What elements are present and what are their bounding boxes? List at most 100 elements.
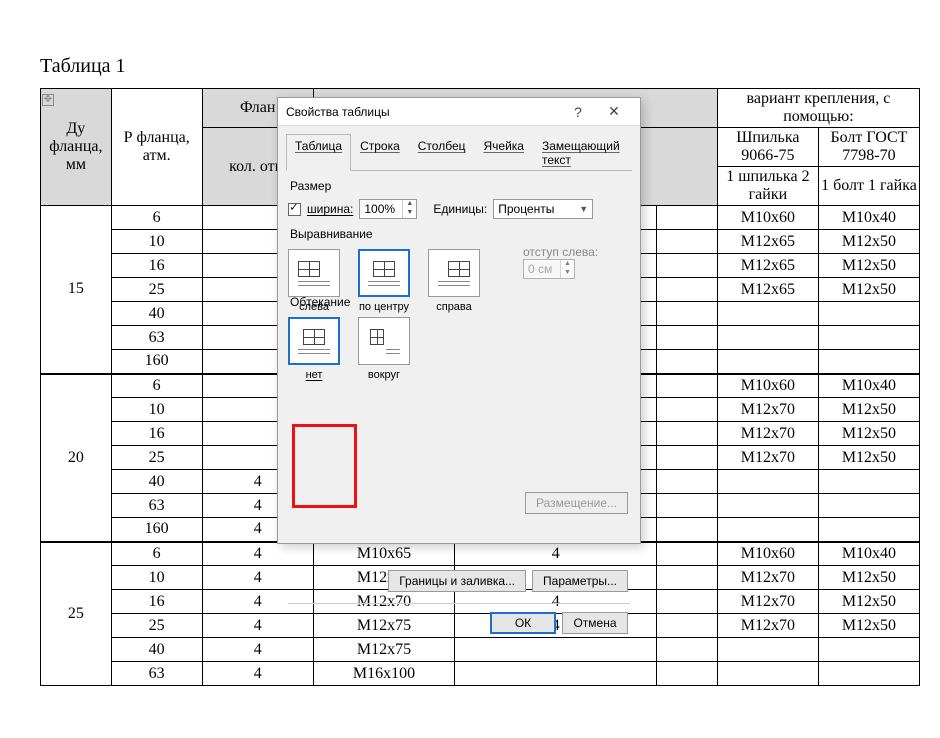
cell-o: 4	[455, 590, 657, 614]
cell-shpilka	[717, 662, 818, 686]
cell-p: 160	[111, 350, 202, 374]
cell-p: 16	[111, 422, 202, 446]
cell-p: 63	[111, 326, 202, 350]
cell-blank	[657, 350, 718, 374]
cell-shpilka	[717, 470, 818, 494]
spinner-arrows-icon: ▲▼	[560, 260, 574, 278]
align-right-option[interactable]: справа	[428, 249, 480, 313]
highlight-annotation	[292, 424, 357, 508]
cell-blank	[657, 542, 718, 566]
units-select[interactable]: Проценты▼	[493, 199, 593, 219]
table-row: 634М16x100	[41, 662, 920, 686]
cell-shpilka: М12x65	[717, 254, 818, 278]
cell-o	[455, 638, 657, 662]
indent-label: отступ слева:	[523, 245, 598, 259]
cell-shpilka: М10x60	[717, 206, 818, 230]
cell-p: 16	[111, 590, 202, 614]
cell-p: 10	[111, 566, 202, 590]
col-du: Ду фланца, мм	[41, 89, 112, 206]
cell-p: 25	[111, 614, 202, 638]
cell-size: М12x70	[313, 590, 454, 614]
wrap-around-icon	[368, 327, 400, 355]
cell-blank	[657, 398, 718, 422]
cell-blank	[657, 566, 718, 590]
cell-shpilka: М12x70	[717, 614, 818, 638]
table-caption: Таблица 1	[40, 55, 940, 78]
width-spinner[interactable]: ▲▼	[359, 199, 417, 219]
cell-p: 63	[111, 494, 202, 518]
cell-p: 40	[111, 302, 202, 326]
table-row: 254М12x754М12x70М12x50	[41, 614, 920, 638]
table-anchor-icon[interactable]: ✥	[42, 94, 54, 106]
borders-button[interactable]: Границы и заливка...	[388, 570, 526, 592]
align-center-icon	[368, 259, 400, 287]
tab-alt-text[interactable]: Замещающий текст	[533, 134, 632, 170]
size-group-label: Размер	[290, 179, 628, 193]
cell-kol: 4	[202, 542, 313, 566]
cell-bolt	[818, 662, 919, 686]
parameters-button[interactable]: Параметры...	[532, 570, 628, 592]
alignment-group-label: Выравнивание	[290, 227, 628, 241]
width-label: ширина:	[307, 202, 353, 216]
spinner-arrows-icon[interactable]: ▲▼	[402, 200, 416, 218]
tab-row[interactable]: Строка	[351, 134, 409, 170]
cell-shpilka: М12x70	[717, 398, 818, 422]
cell-size: М12x75	[313, 614, 454, 638]
dialog-title: Свойства таблицы	[286, 105, 560, 119]
cell-size: М12x75	[313, 638, 454, 662]
cell-shpilka: М12x70	[717, 566, 818, 590]
cancel-button[interactable]: Отмена	[562, 612, 628, 634]
cell-p: 6	[111, 542, 202, 566]
tab-cell[interactable]: Ячейка	[475, 134, 533, 170]
dialog-tabs: Таблица Строка Столбец Ячейка Замещающий…	[286, 134, 632, 171]
cell-blank	[657, 518, 718, 542]
cell-blank	[657, 446, 718, 470]
cell-shpilka: М10x60	[717, 374, 818, 398]
cell-o: 4	[455, 542, 657, 566]
width-checkbox[interactable]	[288, 203, 301, 216]
cell-blank	[657, 374, 718, 398]
wrap-around-option[interactable]: вокруг	[358, 317, 410, 381]
align-center-option[interactable]: по центру	[358, 249, 410, 313]
col-sh2: 1 шпилька 2 гайки	[717, 167, 818, 206]
cell-kol: 4	[202, 566, 313, 590]
cell-p: 10	[111, 398, 202, 422]
wrap-none-icon	[298, 327, 330, 355]
cell-kol: 4	[202, 638, 313, 662]
cell-du: 25	[41, 542, 112, 686]
cell-p: 25	[111, 278, 202, 302]
help-button[interactable]: ?	[560, 104, 596, 120]
cell-bolt: М10x40	[818, 206, 919, 230]
cell-blank	[657, 638, 718, 662]
table-row: 164М12x704М12x70М12x50	[41, 590, 920, 614]
close-button[interactable]: ✕	[596, 103, 632, 120]
ok-button[interactable]: ОК	[490, 612, 556, 634]
cell-bolt: М12x50	[818, 398, 919, 422]
cell-shpilka: М12x70	[717, 446, 818, 470]
cell-shpilka: М12x65	[717, 278, 818, 302]
width-input[interactable]	[360, 202, 402, 216]
cell-bolt: М12x50	[818, 590, 919, 614]
col-b1: 1 болт 1 гайка	[818, 167, 919, 206]
cell-bolt	[818, 494, 919, 518]
tab-column[interactable]: Столбец	[409, 134, 475, 170]
table-row: 2564М10x654М10x60М10x40	[41, 542, 920, 566]
cell-bolt	[818, 302, 919, 326]
cell-kol: 4	[202, 614, 313, 638]
cell-p: 6	[111, 206, 202, 230]
cell-blank	[657, 206, 718, 230]
cell-bolt: М12x50	[818, 566, 919, 590]
cell-bolt: М12x50	[818, 230, 919, 254]
cell-bolt	[818, 518, 919, 542]
cell-p: 40	[111, 470, 202, 494]
units-label: Единицы:	[433, 202, 487, 216]
cell-shpilka: М10x60	[717, 542, 818, 566]
chevron-down-icon: ▼	[579, 204, 588, 214]
cell-blank	[657, 230, 718, 254]
cell-p: 16	[111, 254, 202, 278]
cell-p: 63	[111, 662, 202, 686]
cell-o	[455, 662, 657, 686]
cell-shpilka: М12x70	[717, 422, 818, 446]
tab-table[interactable]: Таблица	[286, 134, 351, 171]
wrap-none-option[interactable]: нет	[288, 317, 340, 381]
